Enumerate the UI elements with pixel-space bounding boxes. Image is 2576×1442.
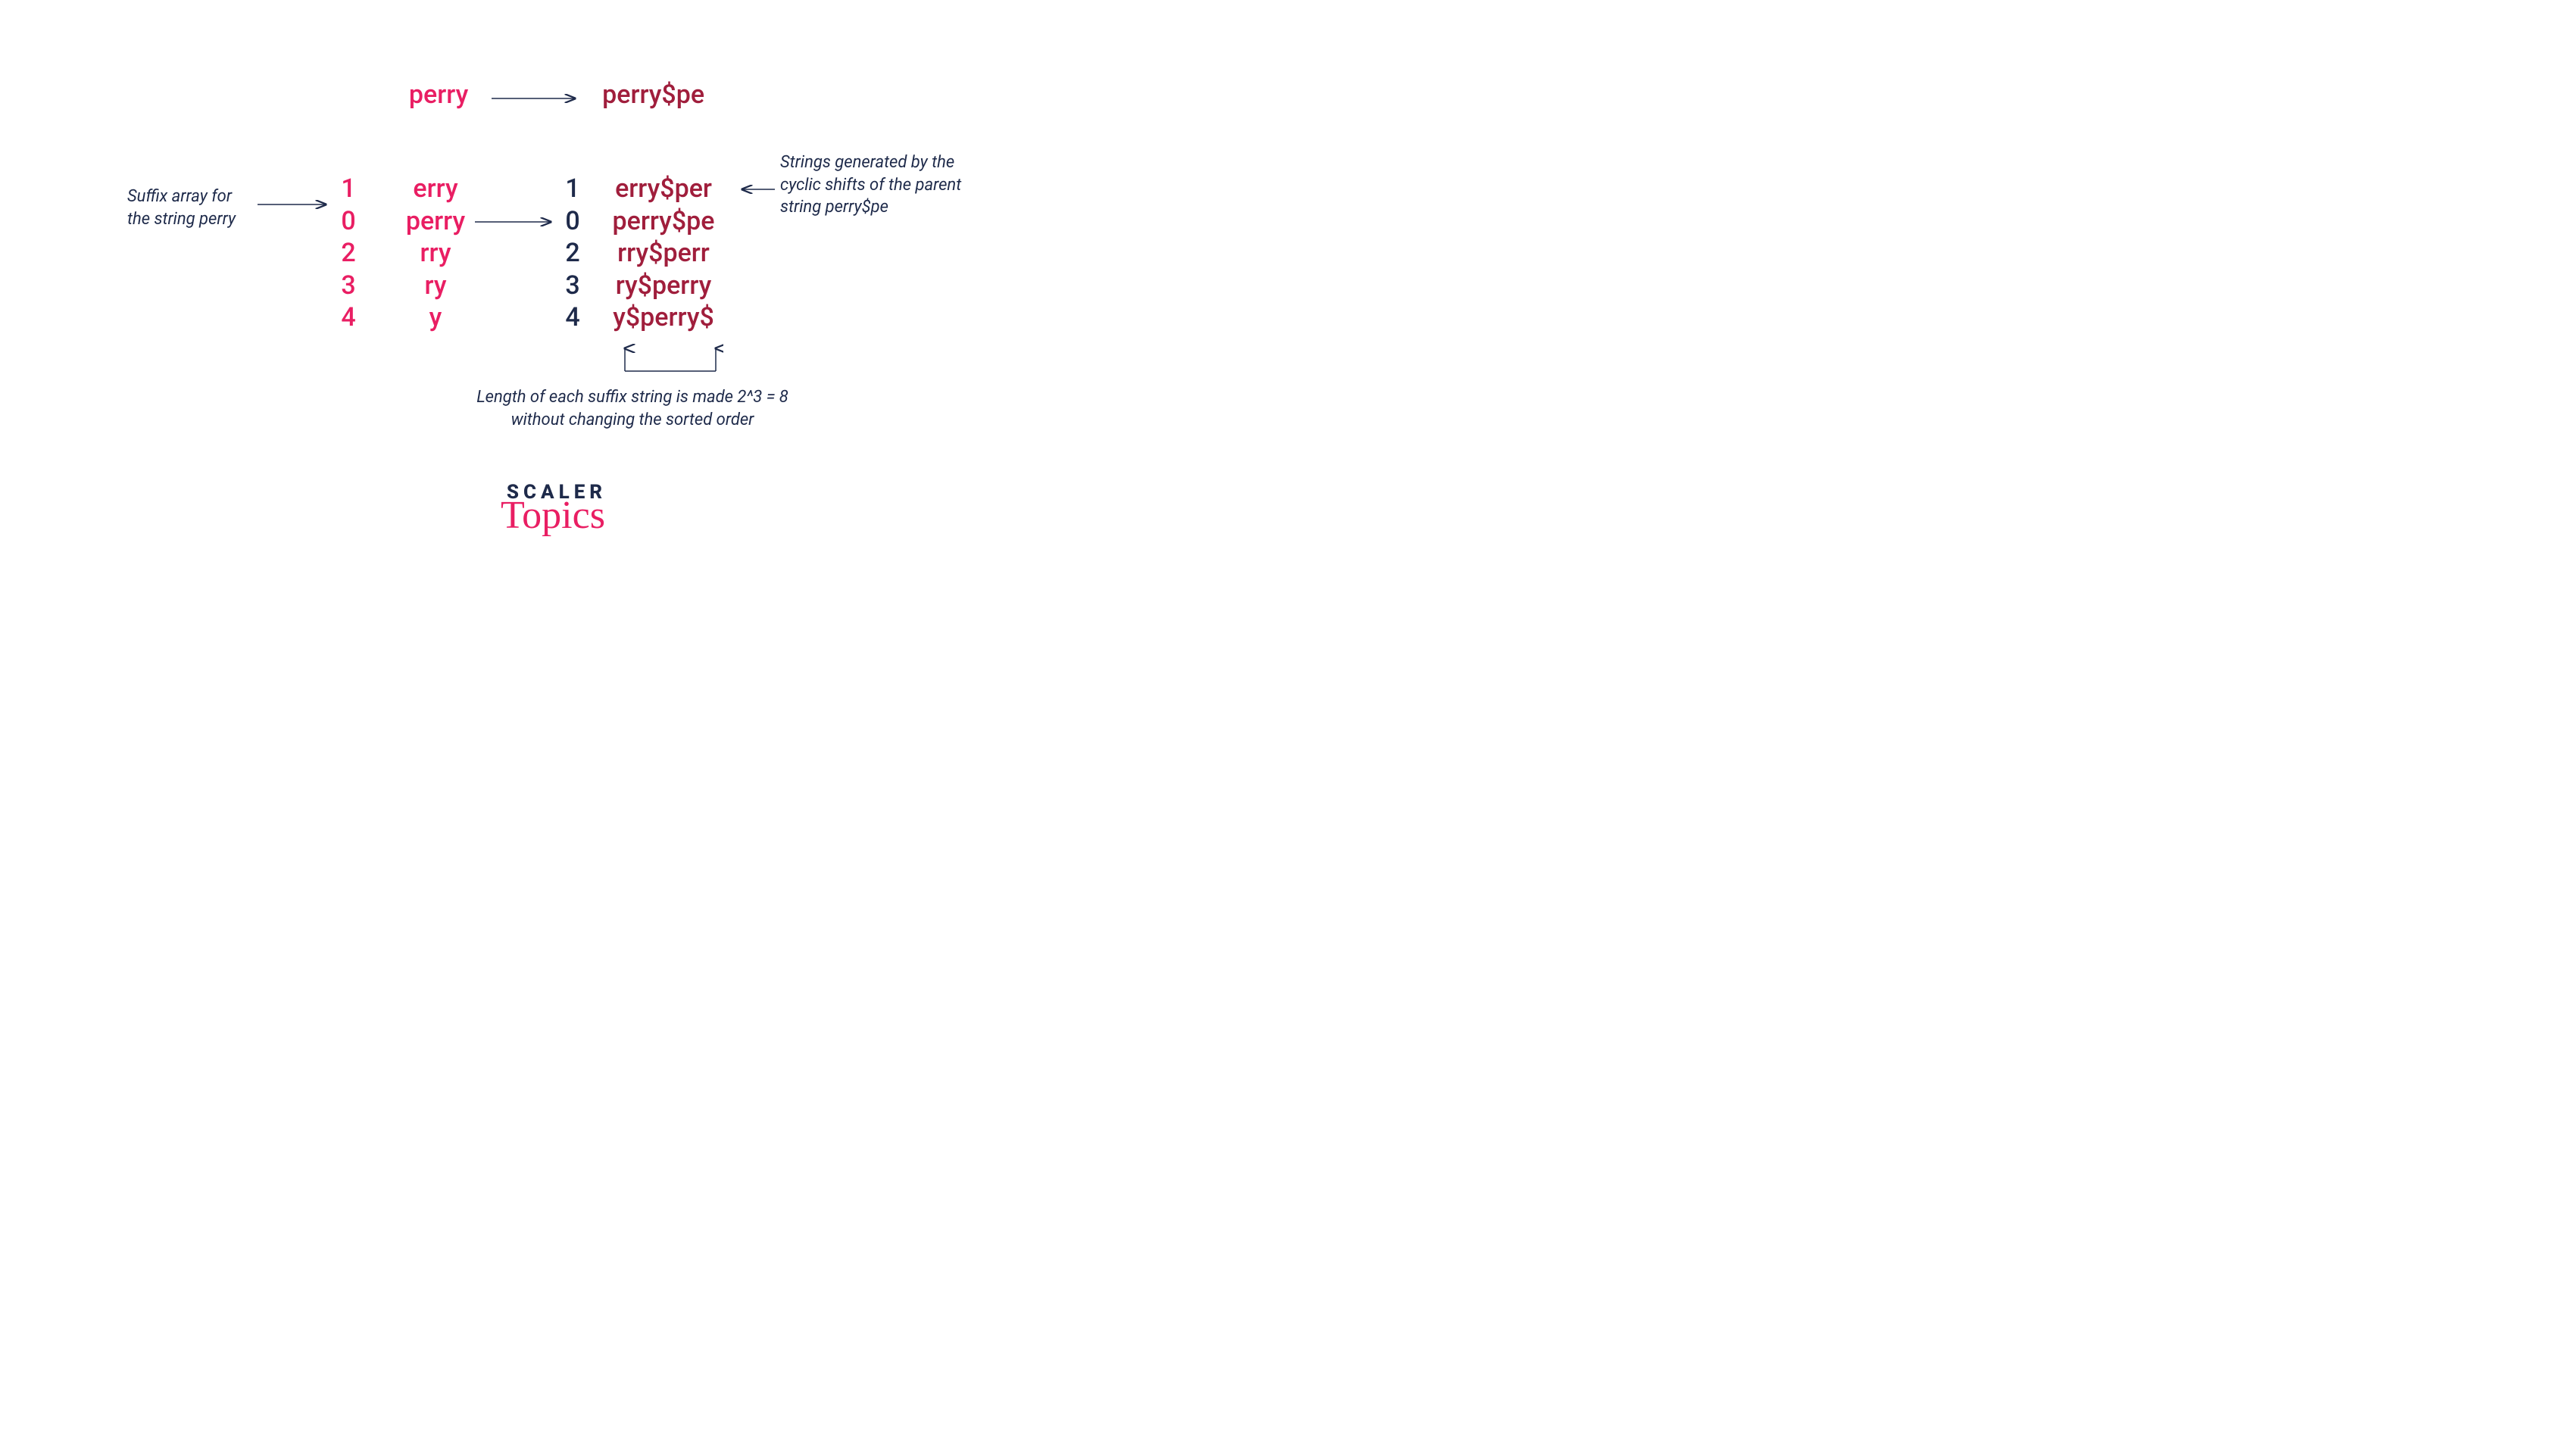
suffix-index: 2	[333, 237, 364, 270]
bracket-icon	[617, 341, 723, 382]
bottom-annotation: Length of each suffix string is made 2^3…	[0, 386, 1113, 431]
right-annotation-line3: string perry$pe	[780, 196, 961, 219]
suffix-index: 4	[333, 301, 364, 334]
suffix-array-left: 1 erry 0 perry 2 rry 3 ry 4y	[333, 173, 477, 334]
right-annotation-line2: cyclic shifts of the parent	[780, 174, 961, 197]
left-annotation-line2: the string perry	[127, 208, 236, 231]
right-annotation: Strings generated by the cyclic shifts o…	[780, 151, 961, 219]
left-annotation-line1: Suffix array for	[127, 186, 236, 208]
logo: SCALER Topics	[0, 481, 1113, 538]
header-source-string: perry	[409, 80, 468, 110]
suffix-index: 1	[333, 173, 364, 205]
arrow-left-icon	[735, 183, 776, 198]
cyclic-string: ry$perry	[603, 270, 724, 302]
left-annotation: Suffix array for the string perry	[127, 186, 236, 230]
cyclic-string: erry$per	[603, 173, 724, 205]
suffix-string: y	[394, 301, 477, 334]
cyclic-index: 4	[561, 301, 584, 334]
cyclic-string: y$perry$	[603, 301, 724, 334]
cyclic-string: rry$perr	[603, 237, 724, 270]
arrow-right-icon	[490, 81, 581, 111]
cyclic-index: 3	[561, 270, 584, 302]
cyclic-index: 2	[561, 237, 584, 270]
suffix-string: rry	[394, 237, 477, 270]
arrow-right-icon	[256, 198, 332, 214]
cyclic-index: 1	[561, 173, 584, 205]
suffix-index: 3	[333, 270, 364, 302]
suffix-string: ry	[394, 270, 477, 302]
bottom-annotation-line1: Length of each suffix string is made 2^3…	[476, 386, 788, 409]
suffix-string: erry	[394, 173, 477, 205]
suffix-string: perry	[394, 205, 477, 238]
header-transform: perry perry$pe	[0, 80, 1113, 111]
cyclic-index: 0	[561, 205, 584, 238]
suffix-index: 0	[333, 205, 364, 238]
cyclic-shifts-right: 1erry$per 0perry$pe 2rry$perr 3ry$perry …	[561, 173, 724, 334]
bottom-annotation-line2: without changing the sorted order	[476, 409, 788, 432]
header-target-string: perry$pe	[602, 80, 704, 110]
logo-sub: Topics	[0, 493, 1113, 538]
right-annotation-line1: Strings generated by the	[780, 151, 961, 174]
arrow-right-icon	[473, 216, 557, 231]
cyclic-string: perry$pe	[603, 205, 724, 238]
